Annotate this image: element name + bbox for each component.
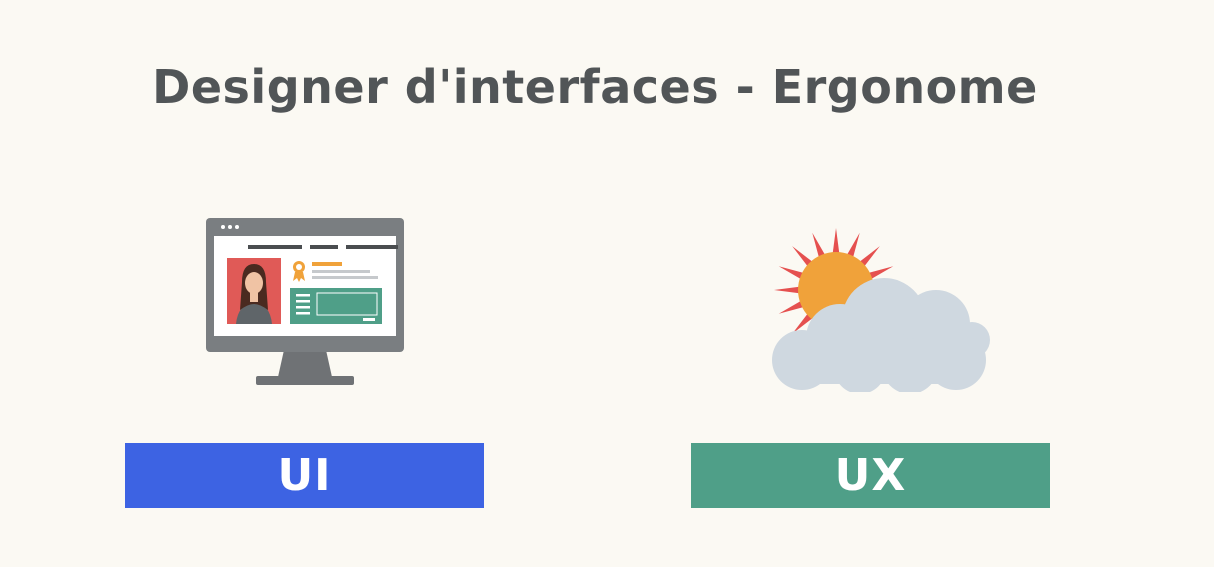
- ux-label-text: UX: [834, 450, 907, 501]
- ui-label: UI: [125, 443, 484, 508]
- ui-label-text: UI: [277, 450, 332, 501]
- page-title: Designer d'interfaces - Ergonome: [152, 60, 1038, 114]
- ux-label: UX: [691, 443, 1050, 508]
- computer-monitor-icon: [206, 218, 404, 385]
- sun-behind-cloud-icon: [772, 228, 990, 392]
